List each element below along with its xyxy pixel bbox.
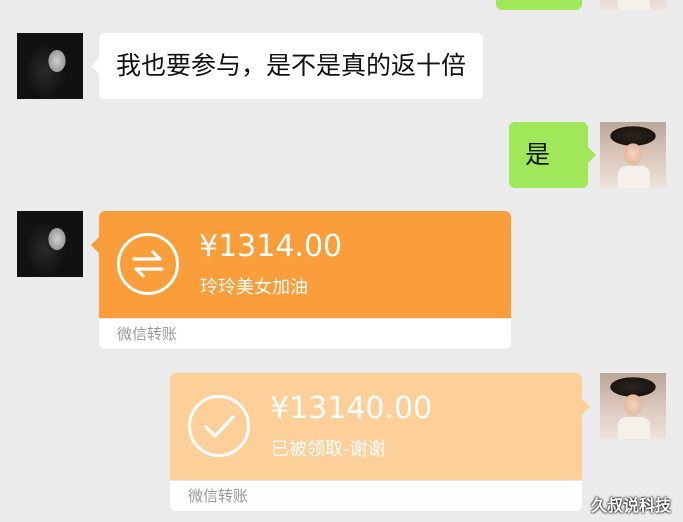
message-text: 我也要参与，是不是真的返十倍 [116,51,467,80]
avatar-sender[interactable] [17,33,83,99]
checkmark-icon [188,395,250,457]
message-text: 是 [525,140,551,169]
transfer-arrows-icon [117,233,179,295]
message-bubble-received[interactable]: 我也要参与，是不是真的返十倍 [90,33,484,99]
transfer-note: 已被领取-谢谢 [271,439,386,460]
transfer-card-received[interactable]: ¥13140.00 已被领取-谢谢 微信转账 [170,373,590,511]
transfer-amount: ¥1314.00 [199,229,343,264]
avatar-partial-right[interactable] [600,0,666,10]
transfer-amount: ¥13140.00 [270,391,433,426]
avatar-self[interactable] [600,373,666,439]
transfer-card-pending[interactable]: ¥1314.00 玲玲美女加油 微信转账 [91,211,511,349]
watermark: 久叔说科技 [590,496,671,515]
transfer-footer: 微信转账 [99,318,511,349]
transfer-footer: 微信转账 [170,480,582,511]
transfer-card-header: ¥13140.00 已被领取-谢谢 [170,373,582,481]
message-bubble-sent[interactable]: 是 [509,122,596,188]
transfer-note: 玲玲美女加油 [200,277,308,298]
avatar-self[interactable] [600,122,666,188]
partial-sent-bubble [496,0,582,10]
transfer-card-header: ¥1314.00 玲玲美女加油 [99,211,511,319]
avatar-sender[interactable] [17,211,83,277]
